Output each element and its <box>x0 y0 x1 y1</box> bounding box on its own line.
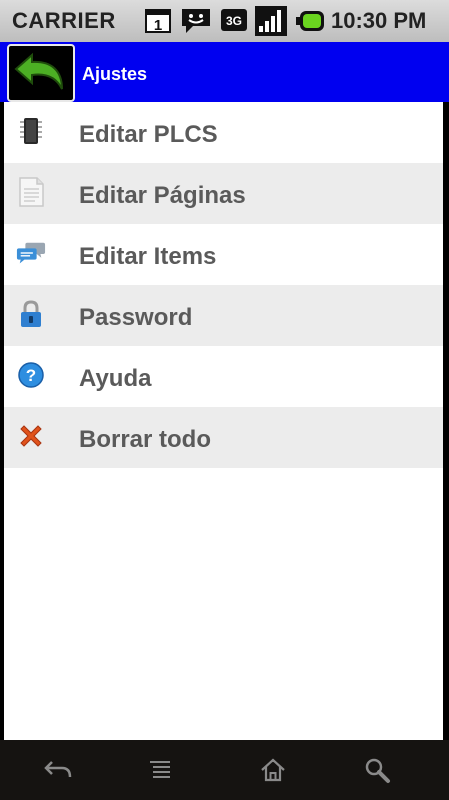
clock-time: 10:30 PM <box>331 8 427 33</box>
chip-icon <box>16 116 46 146</box>
help-icon: ? <box>16 360 46 390</box>
back-arrow-icon <box>14 52 63 90</box>
nav-search-button[interactable] <box>362 755 392 785</box>
menu-item-label: Ayuda <box>79 365 152 392</box>
status-bar: CARRIER 1 3G 10:30 PM <box>0 0 449 42</box>
menu-item-password[interactable]: Password <box>4 285 443 346</box>
delete-x-icon <box>16 421 46 451</box>
carrier-name: CARRIER <box>12 8 116 33</box>
lock-icon <box>16 299 46 329</box>
settings-list: Editar PLCS Editar Páginas Editar Items <box>4 102 443 740</box>
page-icon <box>16 177 46 207</box>
menu-item-label: Password <box>79 304 193 331</box>
battery-icon <box>294 6 326 36</box>
navigation-bar <box>0 740 449 800</box>
menu-item-label: Borrar todo <box>79 426 211 453</box>
menu-item-label: Editar Items <box>79 243 217 270</box>
notification-count: 1 <box>154 17 162 34</box>
nav-menu-button[interactable] <box>145 755 175 785</box>
chat-notification-icon <box>178 6 214 36</box>
home-icon <box>261 758 285 782</box>
menu-item-editar-items[interactable]: Editar Items <box>4 224 443 285</box>
nav-back-button[interactable] <box>43 755 73 785</box>
page-title: Ajustes <box>82 64 148 84</box>
menu-item-label: Editar PLCS <box>79 121 218 148</box>
back-icon <box>44 761 72 778</box>
menu-item-editar-plcs[interactable]: Editar PLCS <box>4 102 443 163</box>
signal-icon <box>254 6 288 36</box>
menu-item-label: Editar Páginas <box>79 182 246 209</box>
chat-bubbles-icon <box>16 238 46 268</box>
notification-count-icon: 1 <box>143 6 173 36</box>
menu-item-borrar-todo[interactable]: Borrar todo <box>4 407 443 468</box>
svg-text:?: ? <box>26 366 36 385</box>
title-bar: Ajustes <box>0 42 449 102</box>
menu-item-editar-paginas[interactable]: Editar Páginas <box>4 163 443 224</box>
menu-item-ayuda[interactable]: ? Ayuda <box>4 346 443 407</box>
nav-home-button[interactable] <box>258 755 288 785</box>
menu-icon <box>150 761 170 778</box>
search-icon <box>365 758 390 783</box>
network-type-icon: 3G <box>219 6 249 36</box>
network-type: 3G <box>226 14 242 28</box>
back-button[interactable] <box>7 44 75 102</box>
